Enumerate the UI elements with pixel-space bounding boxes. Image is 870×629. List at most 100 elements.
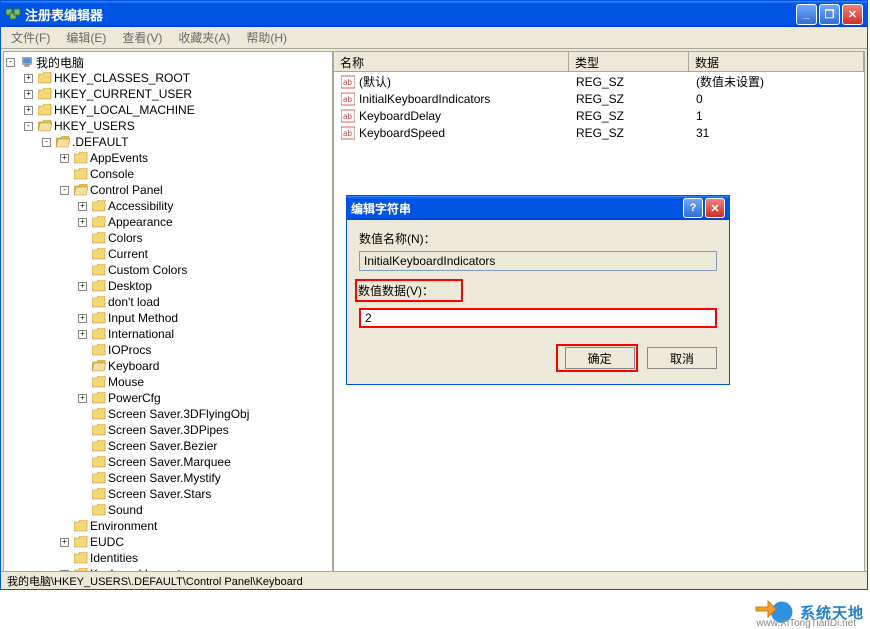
menu-file[interactable]: 文件(F): [5, 27, 56, 48]
folder-icon: [38, 88, 52, 100]
list-row[interactable]: KeyboardSpeed REG_SZ 31: [335, 124, 863, 141]
expander-icon[interactable]: -: [60, 186, 69, 195]
tree-ssbezier[interactable]: Screen Saver.Bezier: [78, 438, 330, 454]
maximize-button[interactable]: ❐: [819, 4, 840, 25]
tree-eudc[interactable]: +EUDC: [60, 534, 330, 550]
expander-icon[interactable]: +: [60, 154, 69, 163]
folder-icon: [38, 72, 52, 84]
cell-data: 31: [690, 126, 863, 140]
menu-edit[interactable]: 编辑(E): [60, 27, 112, 48]
expander-icon[interactable]: -: [42, 138, 51, 147]
folder-icon: [92, 408, 106, 420]
tree-colors[interactable]: Colors: [78, 230, 330, 246]
tree-appevents[interactable]: +AppEvents: [60, 150, 330, 166]
tree-console[interactable]: Console: [60, 166, 330, 182]
folder-open-icon: [38, 120, 52, 132]
tree-label: Colors: [108, 231, 143, 245]
tree-current[interactable]: Current: [78, 246, 330, 262]
expander-icon[interactable]: +: [78, 282, 87, 291]
folder-icon: [92, 248, 106, 260]
watermark-url: www.XiTongTianDi.net: [756, 618, 856, 629]
tree-label: Desktop: [108, 279, 152, 293]
tree-controlpanel[interactable]: -Control Panel: [60, 182, 330, 198]
computer-icon: [20, 56, 34, 68]
col-header-data[interactable]: 数据: [689, 52, 864, 71]
tree-keyboard[interactable]: Keyboard: [78, 358, 330, 374]
expander-icon[interactable]: +: [60, 538, 69, 547]
ok-button[interactable]: 确定: [565, 347, 635, 369]
expander-icon[interactable]: +: [78, 394, 87, 403]
menu-view[interactable]: 查看(V): [116, 27, 168, 48]
tree-label: Input Method: [108, 311, 178, 325]
tree-mouse[interactable]: Mouse: [78, 374, 330, 390]
tree-appearance[interactable]: +Appearance: [78, 214, 330, 230]
value-data-input[interactable]: [359, 308, 717, 328]
menu-help[interactable]: 帮助(H): [240, 27, 293, 48]
col-header-name[interactable]: 名称: [334, 52, 569, 71]
tree-label: Current: [108, 247, 148, 261]
expander-icon[interactable]: +: [24, 74, 33, 83]
tree-accessibility[interactable]: +Accessibility: [78, 198, 330, 214]
reg-string-icon: [341, 75, 355, 89]
expander-icon[interactable]: +: [78, 202, 87, 211]
tree-hklm[interactable]: +HKEY_LOCAL_MACHINE: [24, 102, 330, 118]
expander-icon[interactable]: +: [78, 330, 87, 339]
folder-icon: [92, 264, 106, 276]
tree-dontload[interactable]: don't load: [78, 294, 330, 310]
tree-ssmystify[interactable]: Screen Saver.Mystify: [78, 470, 330, 486]
expander-icon[interactable]: +: [78, 314, 87, 323]
tree-hkcr[interactable]: + HKEY_CLASSES_ROOT: [24, 70, 330, 86]
list-row[interactable]: InitialKeyboardIndicators REG_SZ 0: [335, 90, 863, 107]
tree-powercfg[interactable]: + PowerCfg: [78, 390, 330, 406]
minimize-button[interactable]: _: [796, 4, 817, 25]
tree-label: 我的电脑: [36, 54, 84, 71]
col-header-type[interactable]: 类型: [569, 52, 689, 71]
menu-favorites[interactable]: 收藏夹(A): [172, 27, 236, 48]
tree-desktop[interactable]: + Desktop: [78, 278, 330, 294]
list-row[interactable]: KeyboardDelay REG_SZ 1: [335, 107, 863, 124]
folder-icon: [92, 296, 106, 308]
tree-ioprocs[interactable]: IOProcs: [78, 342, 330, 358]
tree-label: Identities: [90, 551, 138, 565]
tree-ssstars[interactable]: Screen Saver.Stars: [78, 486, 330, 502]
tree-label: Keyboard: [108, 359, 159, 373]
folder-icon: [92, 344, 106, 356]
tree-ss3dpipes[interactable]: Screen Saver.3DPipes: [78, 422, 330, 438]
tree-panel[interactable]: - 我的电脑 + HKEY_CLASSES_ROOT +HKEY_CURRENT_U…: [4, 52, 334, 574]
tree-label: Screen Saver.Marquee: [108, 455, 231, 469]
tree-customcolors[interactable]: Custom Colors: [78, 262, 330, 278]
tree-default[interactable]: -.DEFAULT: [42, 134, 330, 150]
tree-inputmethod[interactable]: + Input Method: [78, 310, 330, 326]
tree-identities[interactable]: Identities: [60, 550, 330, 566]
dialog-close-button[interactable]: ✕: [705, 198, 725, 218]
close-button[interactable]: ✕: [842, 4, 863, 25]
tree-root[interactable]: - 我的电脑: [6, 54, 330, 70]
cell-data: 1: [690, 109, 863, 123]
folder-icon: [92, 312, 106, 324]
tree-label: Screen Saver.3DFlyingObj: [108, 407, 249, 421]
value-name-input[interactable]: [359, 251, 717, 271]
list-row[interactable]: (默认) REG_SZ (数值未设置): [335, 73, 863, 90]
help-button[interactable]: ?: [683, 198, 703, 218]
tree-sound[interactable]: Sound: [78, 502, 330, 518]
folder-icon: [74, 536, 88, 548]
tree-label: PowerCfg: [108, 391, 161, 405]
tree-environment[interactable]: Environment: [60, 518, 330, 534]
cancel-button[interactable]: 取消: [647, 347, 717, 369]
tree-ssmarquee[interactable]: Screen Saver.Marquee: [78, 454, 330, 470]
reg-string-icon: [341, 126, 355, 140]
expander-icon[interactable]: +: [24, 106, 33, 115]
expander-icon[interactable]: -: [24, 122, 33, 131]
tree-international[interactable]: +International: [78, 326, 330, 342]
expander-icon[interactable]: -: [6, 58, 15, 67]
tree-hku[interactable]: -HKEY_USERS: [24, 118, 330, 134]
tree-hkcu[interactable]: +HKEY_CURRENT_USER: [24, 86, 330, 102]
tree-label: HKEY_CLASSES_ROOT: [54, 71, 190, 85]
tree-ss3dflying[interactable]: Screen Saver.3DFlyingObj: [78, 406, 330, 422]
expander-icon[interactable]: +: [78, 218, 87, 227]
folder-icon: [92, 216, 106, 228]
cell-type: REG_SZ: [570, 109, 690, 123]
cell-type: REG_SZ: [570, 75, 690, 89]
expander-icon[interactable]: +: [24, 90, 33, 99]
folder-icon: [92, 440, 106, 452]
